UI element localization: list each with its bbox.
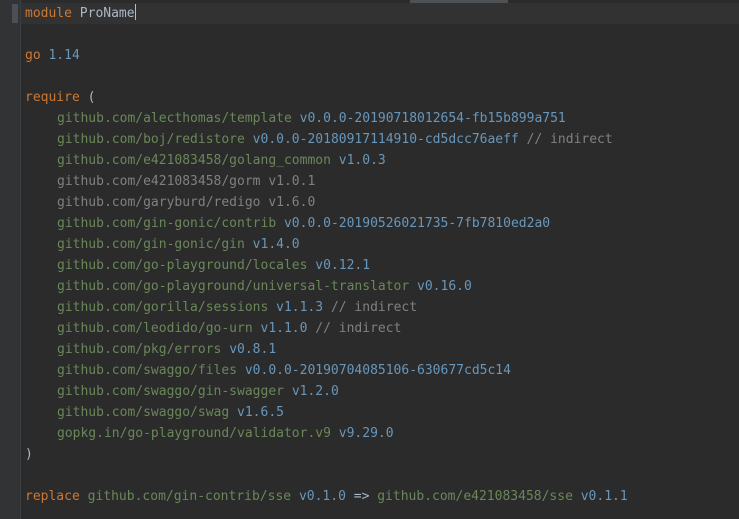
require-line[interactable]: github.com/go-playground/universal-trans… xyxy=(25,276,628,297)
require-line[interactable]: github.com/leodido/go-urn v1.1.0 // indi… xyxy=(25,318,628,339)
replace-to-path: github.com/e421083458/sse xyxy=(377,489,573,504)
require-path: github.com/alecthomas/template xyxy=(57,111,292,126)
require-version: v1.6.5 xyxy=(237,405,284,420)
require-path: github.com/boj/redistore xyxy=(57,132,245,147)
line-require-open[interactable]: require ( xyxy=(25,87,628,108)
text-caret xyxy=(134,4,136,20)
require-path: github.com/gin-gonic/contrib xyxy=(57,216,277,231)
require-comment: // indirect xyxy=(315,321,402,336)
require-path: github.com/gorilla/sessions xyxy=(57,300,269,315)
replace-keyword: replace xyxy=(25,489,80,504)
replace-from-version: v0.1.0 xyxy=(298,489,346,504)
require-comment: // indirect xyxy=(330,300,418,315)
go-keyword: go xyxy=(25,48,41,63)
require-line[interactable]: github.com/alecthomas/template v0.0.0-20… xyxy=(25,108,628,129)
require-path: github.com/gin-gonic/gin xyxy=(57,237,245,252)
require-path: github.com/pkg/errors xyxy=(57,342,222,357)
code-content[interactable]: module ProName go 1.14 require ( github.… xyxy=(25,3,628,507)
open-paren: ( xyxy=(87,90,96,105)
require-line[interactable]: gopkg.in/go-playground/validator.v9 v9.2… xyxy=(25,423,628,444)
require-version: v0.12.1 xyxy=(315,258,371,273)
require-path: github.com/e421083458/gorm xyxy=(57,174,261,189)
line-require-close[interactable]: ) xyxy=(25,444,628,465)
require-version: v0.0.0-20190718012654-fb15b899a751 xyxy=(299,111,566,126)
require-version: v0.0.0-20180917114910-cd5dcc76aeff xyxy=(252,132,519,147)
close-paren: ) xyxy=(25,447,33,462)
require-path: github.com/swaggo/swag xyxy=(57,405,230,420)
require-path: github.com/leodido/go-urn xyxy=(57,321,253,336)
require-line[interactable]: github.com/e421083458/golang_common v1.0… xyxy=(25,150,628,171)
require-version: v1.0.3 xyxy=(338,153,386,168)
line-replace[interactable]: replace github.com/gin-contrib/sse v0.1.… xyxy=(25,486,628,507)
line-gutter[interactable] xyxy=(0,0,20,519)
require-version: v0.0.0-20190526021735-7fb7810ed2a0 xyxy=(283,216,551,231)
require-line[interactable]: github.com/swaggo/gin-swagger v1.2.0 xyxy=(25,381,628,402)
require-line[interactable]: github.com/swaggo/swag v1.6.5 xyxy=(25,402,628,423)
require-path: github.com/e421083458/golang_common xyxy=(57,153,331,168)
require-comment: // indirect xyxy=(526,132,613,147)
require-version: v9.29.0 xyxy=(338,426,394,441)
require-line[interactable]: github.com/gin-gonic/gin v1.4.0 xyxy=(25,234,628,255)
require-line[interactable]: github.com/e421083458/gorm v1.0.1 xyxy=(25,171,628,192)
line-module[interactable]: module ProName xyxy=(25,3,628,24)
require-version: v0.8.1 xyxy=(229,342,277,357)
require-path: github.com/go-playground/universal-trans… xyxy=(57,279,410,294)
require-line[interactable]: github.com/gin-gonic/contrib v0.0.0-2019… xyxy=(25,213,628,234)
gutter-divider xyxy=(20,0,21,519)
require-path: github.com/swaggo/gin-swagger xyxy=(57,384,284,399)
require-version: v1.6.0 xyxy=(268,195,316,210)
module-name: ProName xyxy=(79,6,135,21)
require-line[interactable]: github.com/pkg/errors v0.8.1 xyxy=(25,339,628,360)
require-path: github.com/garyburd/redigo xyxy=(57,195,261,210)
code-editor[interactable]: module ProName go 1.14 require ( github.… xyxy=(0,0,739,519)
require-version: v1.0.1 xyxy=(268,174,316,189)
require-line[interactable]: github.com/garyburd/redigo v1.6.0 xyxy=(25,192,628,213)
require-version: v1.4.0 xyxy=(252,237,300,252)
replace-to-version: v0.1.1 xyxy=(580,489,628,504)
require-line[interactable]: github.com/gorilla/sessions v1.1.3 // in… xyxy=(25,297,628,318)
go-version: 1.14 xyxy=(48,48,80,63)
require-line[interactable]: github.com/swaggo/files v0.0.0-201907040… xyxy=(25,360,628,381)
current-line-marker xyxy=(12,4,18,23)
require-line[interactable]: github.com/boj/redistore v0.0.0-20180917… xyxy=(25,129,628,150)
require-path: github.com/go-playground/locales xyxy=(57,258,308,273)
require-version: v1.1.3 xyxy=(276,300,324,315)
require-version: v0.16.0 xyxy=(417,279,472,294)
module-keyword: module xyxy=(25,6,72,21)
require-version: v1.1.0 xyxy=(260,321,308,336)
line-go-version[interactable]: go 1.14 xyxy=(25,45,628,66)
require-version: v1.2.0 xyxy=(291,384,339,399)
require-line[interactable]: github.com/go-playground/locales v0.12.1 xyxy=(25,255,628,276)
replace-from-path: github.com/gin-contrib/sse xyxy=(87,489,292,504)
require-keyword: require xyxy=(25,90,80,105)
require-path: gopkg.in/go-playground/validator.v9 xyxy=(57,426,331,441)
require-version: v0.0.0-20190704085106-630677cd5c14 xyxy=(244,363,511,378)
require-path: github.com/swaggo/files xyxy=(57,363,238,378)
replace-arrow: => xyxy=(353,489,370,504)
